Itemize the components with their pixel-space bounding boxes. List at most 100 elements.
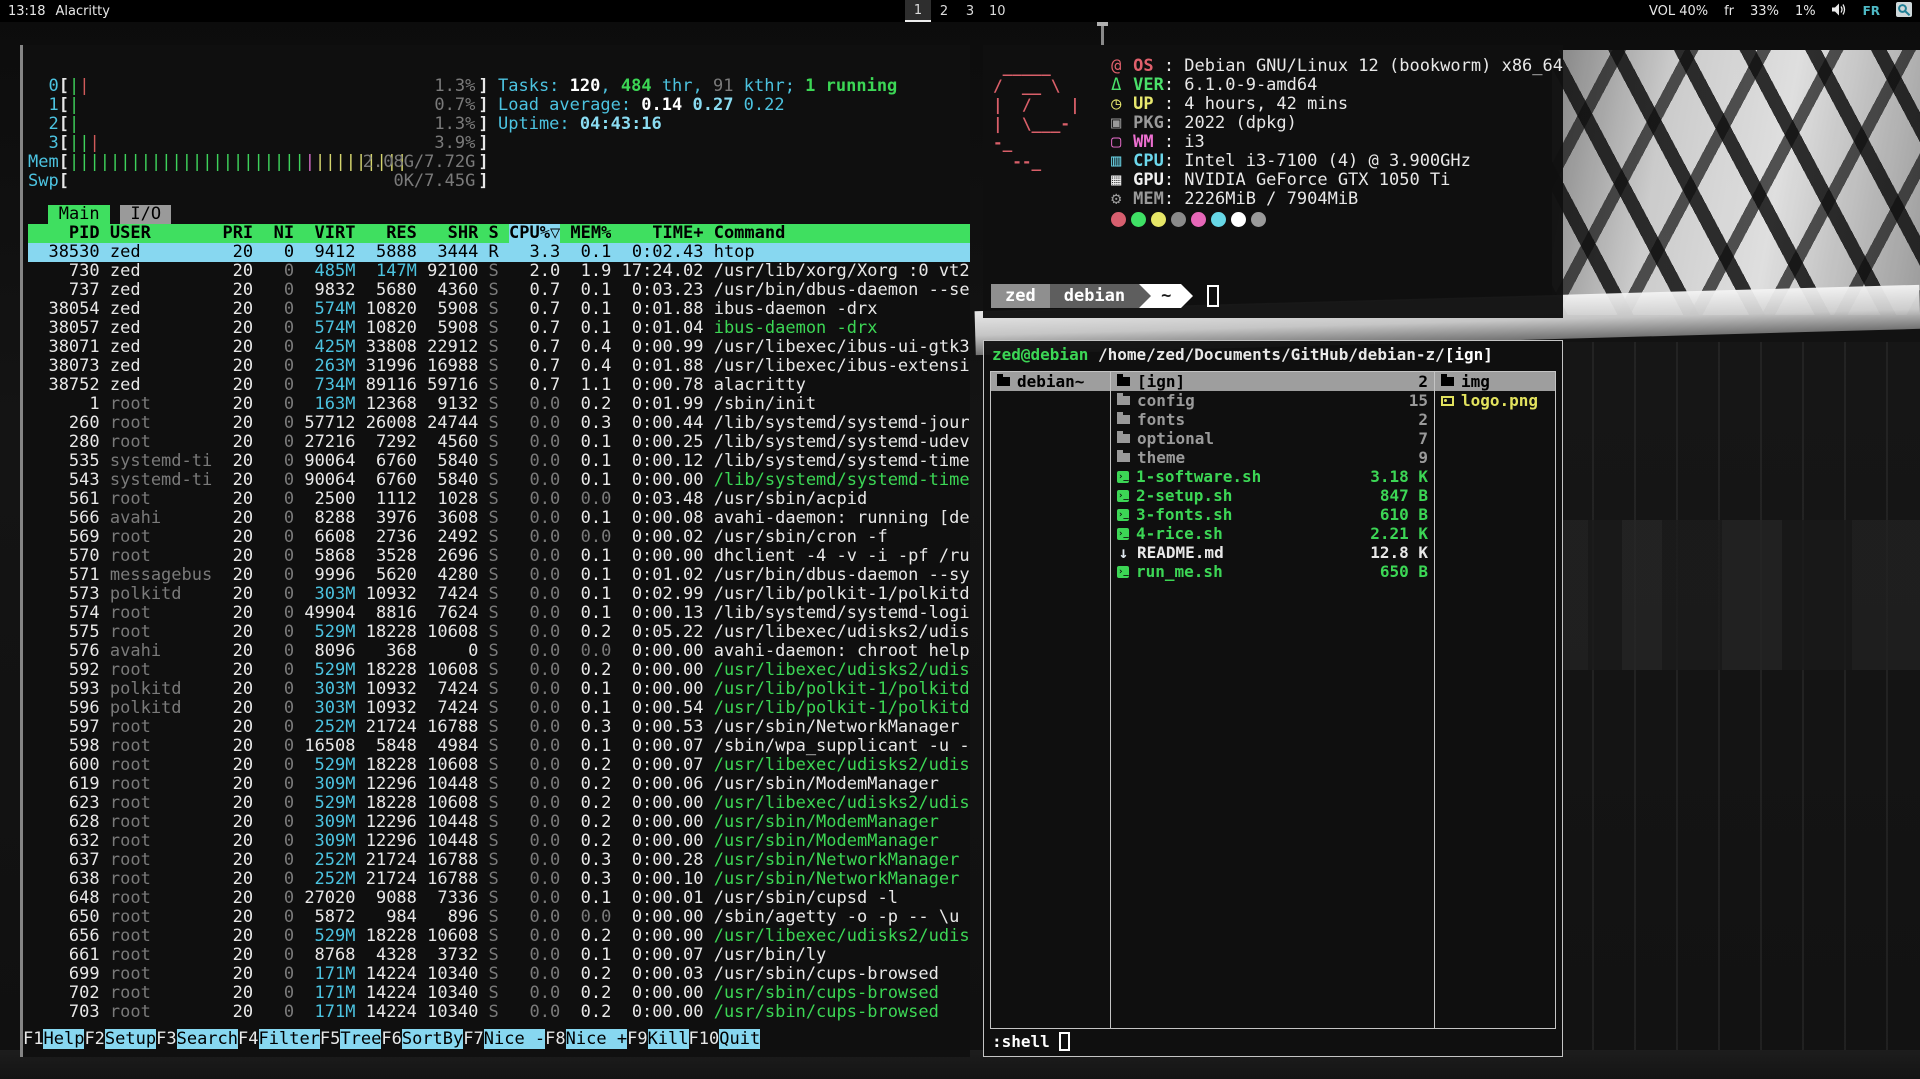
file-row-2setupsh[interactable]: 2-setup.sh847 B [1111, 486, 1434, 505]
process-row[interactable]: 38057zed200574M108205908S0.70.10:01.04ib… [28, 319, 970, 338]
keyboard-layout-badge[interactable]: FR [1863, 4, 1880, 18]
process-row[interactable]: 280root2002721672924560S0.00.10:00.25/li… [28, 433, 970, 452]
fkey-f3[interactable]: F3Search [156, 1030, 238, 1049]
process-row[interactable]: 570root200586835282696S0.00.10:00.00dhcl… [28, 547, 970, 566]
process-row[interactable]: 593polkitd200303M109327424S0.00.10:00.00… [28, 680, 970, 699]
process-row[interactable]: 561root200250011121028S0.00.00:03.48/usr… [28, 490, 970, 509]
process-row[interactable]: 38752zed200734M8911659716S0.71.10:00.78a… [28, 376, 970, 395]
fkey-f4[interactable]: F4Filter [238, 1030, 320, 1049]
process-row[interactable]: 576avahi20080963680S0.00.00:00.00avahi-d… [28, 642, 970, 661]
file-row-debian[interactable]: debian~ [991, 372, 1110, 391]
workspace-1[interactable]: 1 [905, 0, 931, 22]
command-line[interactable]: :shell [992, 1032, 1070, 1051]
file-row-img[interactable]: img [1435, 372, 1555, 391]
process-row[interactable]: 38530zed200941258883444R3.30.10:02.43hto… [28, 243, 970, 262]
column-header-mem[interactable]: MEM% [570, 224, 611, 243]
process-row[interactable]: 543systemd-ti2009006467605840S0.00.10:00… [28, 471, 970, 490]
process-row[interactable]: 535systemd-ti2009006467605840S0.00.10:00… [28, 452, 970, 471]
process-row[interactable]: 596polkitd200303M109327424S0.00.10:00.54… [28, 699, 970, 718]
process-row[interactable]: 569root200660827362492S0.00.00:00.02/usr… [28, 528, 970, 547]
workspace-10[interactable]: 10 [983, 0, 1012, 22]
file-row-fonts[interactable]: fonts2 [1111, 410, 1434, 429]
column-header-pri[interactable]: PRI [222, 224, 253, 243]
fkey-f1[interactable]: F1Help [23, 1030, 84, 1049]
file-row-4ricesh[interactable]: 4-rice.sh2.21 K [1111, 524, 1434, 543]
meter-bar: | [212, 153, 222, 172]
process-row[interactable]: 597root200252M2172416788S0.00.30:00.53/u… [28, 718, 970, 737]
fetch-terminal-window[interactable]: _____ / __ \ | / | | \___- -_ --_ @OS : … [983, 45, 1563, 318]
meter-label: 1 [28, 96, 59, 115]
column-header-res[interactable]: RES [366, 224, 417, 243]
process-row[interactable]: 1root200163M123689132S0.00.20:01.99/sbin… [28, 395, 970, 414]
file-row-config[interactable]: config15 [1111, 391, 1434, 410]
process-row[interactable]: 648root2002702090887336S0.00.10:00.01/us… [28, 889, 970, 908]
fkey-f5[interactable]: F5Tree [320, 1030, 381, 1049]
process-row[interactable]: 600root200529M1822810608S0.00.20:00.07/u… [28, 756, 970, 775]
column-header-virt[interactable]: VIRT [304, 224, 355, 243]
process-row[interactable]: 598root2001650858484984S0.00.10:00.07/sb… [28, 737, 970, 756]
process-row[interactable]: 566avahi200828839763608S0.00.10:00.08ava… [28, 509, 970, 528]
process-row[interactable]: 260root200577122600824744S0.00.30:00.44/… [28, 414, 970, 433]
gpu-chip-icon: ▦ [1111, 171, 1133, 190]
process-row[interactable]: 38054zed200574M108205908S0.70.10:01.88ib… [28, 300, 970, 319]
meter-Mem: Mem[|||||||||||||||||||||||||||||||||2.0… [28, 153, 970, 172]
process-row[interactable]: 737zed200983256804360S0.70.10:03.23/usr/… [28, 281, 970, 300]
fkey-f9[interactable]: F9Kill [627, 1030, 688, 1049]
column-header-time[interactable]: TIME+ [622, 224, 704, 243]
process-row[interactable]: 661root200876843283732S0.00.10:00.07/usr… [28, 946, 970, 965]
process-row[interactable]: 703root200171M1422410340S0.00.20:00.00/u… [28, 1003, 970, 1022]
process-row[interactable]: 637root200252M2172416788S0.00.30:00.28/u… [28, 851, 970, 870]
file-row-theme[interactable]: theme9 [1111, 448, 1434, 467]
process-row[interactable]: 730zed200485M147M92100S2.01.917:24.02/us… [28, 262, 970, 281]
htop-terminal-window[interactable]: 0[||1.3%]1[|0.7%]2[|1.3%]3[|||3.9%]Mem[|… [20, 45, 970, 1057]
process-row[interactable]: 702root200171M1422410340S0.00.20:00.00/u… [28, 984, 970, 1003]
process-row[interactable]: 699root200171M1422410340S0.00.20:00.03/u… [28, 965, 970, 984]
process-row[interactable]: 38073zed200263M3199616988S0.70.40:01.88/… [28, 357, 970, 376]
meter-bar: | [120, 153, 130, 172]
fkey-f6[interactable]: F6SortBy [381, 1030, 463, 1049]
speaker-icon[interactable] [1832, 3, 1847, 20]
column-header-pid[interactable]: PID [28, 224, 100, 243]
process-row[interactable]: 619root200309M1229610448S0.00.20:00.06/u… [28, 775, 970, 794]
file-info: 2 [1418, 372, 1428, 391]
file-info: 9 [1418, 448, 1428, 467]
file-row-3fontssh[interactable]: 3-fonts.sh610 B [1111, 505, 1434, 524]
file-name: run_me.sh [1136, 562, 1223, 581]
process-row[interactable]: 628root200309M1229610448S0.00.20:00.00/u… [28, 813, 970, 832]
file-row-ign[interactable]: [ign]2 [1111, 372, 1434, 391]
file-row-optional[interactable]: optional7 [1111, 429, 1434, 448]
workspace-3[interactable]: 3 [957, 0, 983, 22]
process-table-header[interactable]: PID USER PRI NI VIRT RES SHR S CPU%▽ MEM% TIME+ Com… [28, 224, 970, 243]
workspace-2[interactable]: 2 [931, 0, 957, 22]
process-row[interactable]: 575root200529M1822810608S0.00.20:05.22/u… [28, 623, 970, 642]
column-header-s[interactable]: S [489, 224, 499, 243]
tab-main[interactable]: Main [48, 205, 109, 224]
tab-io[interactable]: I/O [120, 205, 171, 224]
file-row-1softwaresh[interactable]: 1-software.sh3.18 K [1111, 467, 1434, 486]
file-row-runmesh[interactable]: run_me.sh650 B [1111, 562, 1434, 581]
process-row[interactable]: 574root2004990488167624S0.00.10:00.13/li… [28, 604, 970, 623]
meter-bar: | [171, 153, 181, 172]
file-row-logopng[interactable]: logo.png [1435, 391, 1555, 410]
column-header-cpu[interactable]: CPU%▽ [509, 224, 560, 243]
process-row[interactable]: 632root200309M1229610448S0.00.20:00.00/u… [28, 832, 970, 851]
column-header-user[interactable]: USER [110, 224, 212, 243]
process-row[interactable]: 592root200529M1822810608S0.00.20:00.00/u… [28, 661, 970, 680]
column-header-ni[interactable]: NI [263, 224, 294, 243]
process-row[interactable]: 571messagebus200999656204280S0.00.10:01.… [28, 566, 970, 585]
fkey-f10[interactable]: F10Quit [689, 1030, 761, 1049]
process-row[interactable]: 638root200252M2172416788S0.00.30:00.10/u… [28, 870, 970, 889]
column-header-shr[interactable]: SHR [427, 224, 478, 243]
fkey-f8[interactable]: F8Nice + [545, 1030, 627, 1049]
fkey-f2[interactable]: F2Setup [84, 1030, 156, 1049]
column-header-command[interactable]: Command [714, 224, 970, 243]
process-row[interactable]: 623root200529M1822810608S0.00.20:00.00/u… [28, 794, 970, 813]
process-row[interactable]: 650root2005872984896S0.00.00:00.00/sbin/… [28, 908, 970, 927]
process-row[interactable]: 656root200529M1822810608S0.00.20:00.00/u… [28, 927, 970, 946]
process-row[interactable]: 38071zed200425M3380822912S0.70.40:00.99/… [28, 338, 970, 357]
process-row[interactable]: 573polkitd200303M109327424S0.00.10:02.99… [28, 585, 970, 604]
fkey-f7[interactable]: F7Nice - [463, 1030, 545, 1049]
file-manager-window[interactable]: zed@debian /home/zed/Documents/GitHub/de… [983, 340, 1563, 1057]
file-row-READMEmd[interactable]: ↓README.md12.8 K [1111, 543, 1434, 562]
screenshot-tool-icon[interactable] [1896, 2, 1912, 21]
